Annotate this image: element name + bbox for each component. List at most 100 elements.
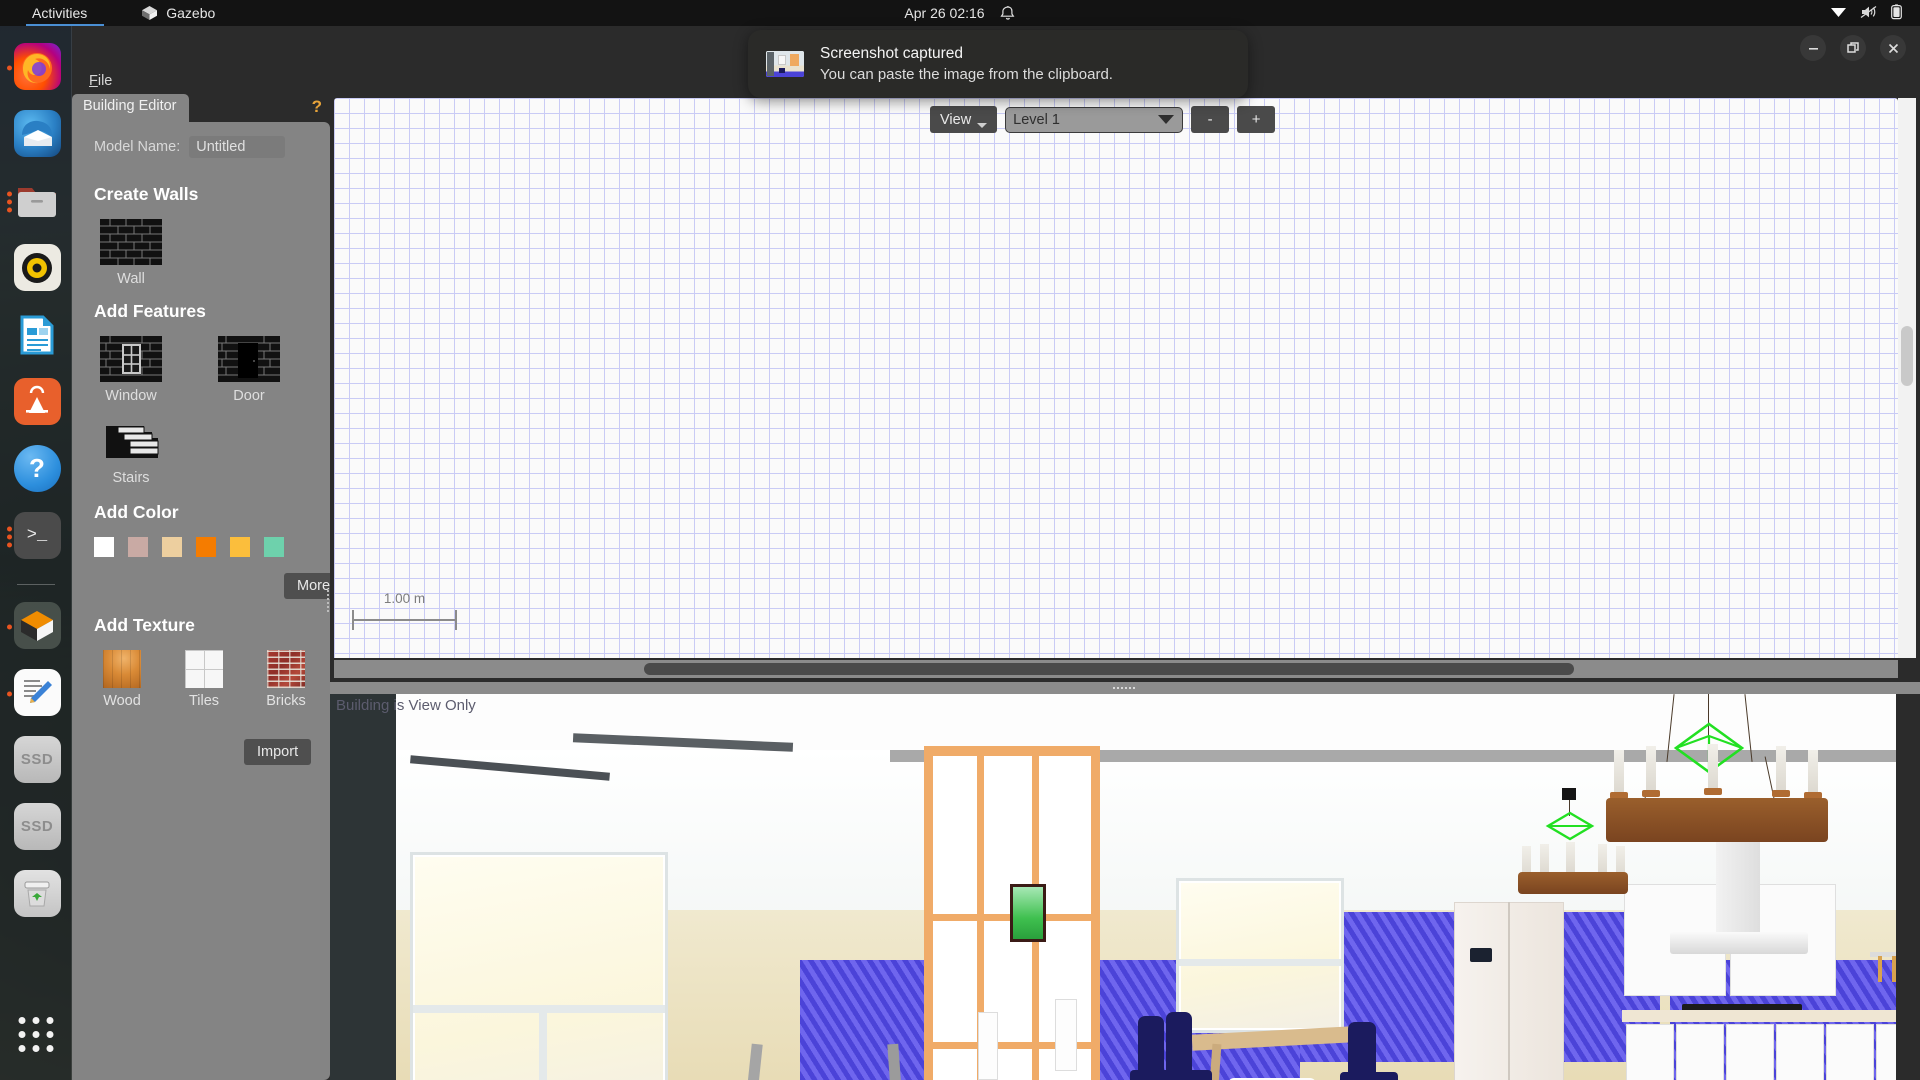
scene-artwork-green: [1010, 884, 1046, 942]
tool-window[interactable]: Window: [94, 336, 168, 404]
dock-item-gazebo[interactable]: [6, 599, 64, 655]
bricks-texture-icon: [267, 650, 305, 688]
texture-bricks[interactable]: Bricks: [258, 650, 314, 709]
dock-item-terminal[interactable]: >_: [6, 509, 64, 565]
bell-icon: [1000, 5, 1016, 21]
running-indicator-gazebo: [6, 624, 12, 630]
maximize-restore-button[interactable]: [1840, 35, 1866, 61]
system-status-area[interactable]: [1830, 3, 1902, 23]
color-swatch-list: [72, 537, 330, 557]
notification-popup[interactable]: Screenshot captured You can paste the im…: [748, 30, 1248, 98]
horizontal-splitter-handle[interactable]: [330, 682, 1920, 694]
model-name-label: Model Name:: [94, 139, 181, 155]
editor-horizontal-scrollbar-thumb[interactable]: [644, 663, 1574, 675]
scene-window-dining: [1176, 878, 1344, 1033]
scene-candle-cup: [1772, 790, 1790, 797]
editor-vertical-scrollbar-thumb[interactable]: [1901, 326, 1913, 386]
section-title-add-features: Add Features: [94, 301, 206, 321]
dock-item-ssd-volume-2[interactable]: SSD: [8, 800, 64, 856]
tab-building-editor[interactable]: Building Editor: [72, 94, 189, 122]
dock-item-files[interactable]: [6, 174, 64, 230]
scene-counter-top: [1622, 1010, 1920, 1022]
volume-muted-icon: [1860, 5, 1878, 22]
scene-chandelier-small-candle: [1566, 842, 1575, 874]
menu-file[interactable]: File: [85, 71, 116, 91]
scene-base-cabinet-1: [1626, 1024, 1674, 1080]
terminal-icon: >_: [13, 512, 61, 559]
close-button[interactable]: [1880, 35, 1906, 61]
model-name-input[interactable]: Untitled: [189, 136, 286, 158]
color-swatch-orange[interactable]: [196, 537, 216, 557]
editor-vertical-scrollbar[interactable]: [1898, 98, 1916, 658]
color-swatch-white[interactable]: [94, 537, 114, 557]
more-colors-button[interactable]: More: [284, 573, 330, 599]
tool-label-door: Door: [233, 388, 265, 404]
color-swatch-tan[interactable]: [162, 537, 182, 557]
brick-wall-icon: [100, 219, 162, 265]
floorplan-grid-canvas[interactable]: 1.00 m: [334, 98, 1898, 658]
create-walls-tools: Wall: [72, 219, 330, 287]
color-swatch-mint[interactable]: [264, 537, 284, 557]
wifi-icon: [1830, 5, 1847, 22]
section-title-add-color: Add Color: [94, 502, 179, 522]
viewport-status-label: Building is View Only: [336, 697, 476, 714]
notification-body: You can paste the image from the clipboa…: [820, 66, 1113, 83]
add-features-tools-row1: Window Door: [72, 336, 330, 404]
zoom-out-button[interactable]: -: [1191, 106, 1230, 133]
import-texture-button[interactable]: Import: [244, 739, 312, 765]
color-swatch-amber[interactable]: [230, 537, 250, 557]
scene-right-dark-edge: [1896, 694, 1920, 1080]
active-app-name: Gazebo: [166, 5, 216, 21]
ubuntu-software-icon: [13, 378, 61, 425]
stairs-icon: [106, 426, 159, 458]
zoom-in-button[interactable]: +: [1237, 106, 1276, 133]
scale-bar-label: 1.00 m: [383, 591, 426, 606]
activities-button[interactable]: Activities: [26, 3, 93, 23]
editor-horizontal-scrollbar[interactable]: [334, 660, 1898, 678]
active-app-indicator[interactable]: Gazebo: [141, 5, 215, 22]
dock-item-text-editor[interactable]: [6, 666, 64, 722]
menu-file-mnemonic: F: [89, 73, 98, 89]
tool-stairs[interactable]: Stairs: [94, 418, 168, 486]
dock-item-firefox[interactable]: [6, 40, 64, 96]
panel-tabstrip: Building Editor ?: [72, 94, 330, 122]
scene-base-cabinet-4: [1776, 1024, 1824, 1080]
tiles-texture-icon: [185, 650, 223, 688]
scene-chandelier-candle: [1614, 750, 1624, 794]
level-select-value: Level 1: [1013, 111, 1060, 128]
notification-title: Screenshot captured: [820, 45, 964, 62]
gnome-topbar: Activities Gazebo Apr 26 02:16: [0, 0, 1920, 26]
level-select[interactable]: Level 1: [1005, 106, 1184, 133]
show-applications-button[interactable]: [18, 1017, 53, 1052]
chevron-down-icon: [1158, 115, 1175, 124]
tool-label-window: Window: [105, 388, 157, 404]
dock-item-ssd-volume-1[interactable]: SSD: [8, 733, 64, 789]
dock-item-trash[interactable]: [8, 867, 64, 923]
more-colors-row: More: [72, 573, 330, 599]
3d-viewport[interactable]: Building is View Only: [330, 694, 1920, 1080]
texture-tiles[interactable]: Tiles: [176, 650, 232, 709]
ssd-drive-icon: SSD: [13, 803, 61, 850]
dock-item-libreoffice-writer[interactable]: [8, 308, 64, 364]
minimize-button[interactable]: [1800, 35, 1826, 61]
color-swatch-dusty-rose[interactable]: [128, 537, 148, 557]
scene-chandelier-candle: [1708, 744, 1718, 792]
dock-item-help[interactable]: ?: [8, 442, 64, 498]
running-indicator-terminal: [6, 526, 12, 548]
texture-label-tiles: Tiles: [188, 693, 220, 709]
dock-item-rhythmbox[interactable]: [8, 241, 64, 297]
chevron-down-icon: [977, 123, 988, 128]
dock-item-ubuntu-software[interactable]: [8, 375, 64, 431]
help-question-icon: ?: [13, 445, 61, 492]
right-column: 1.00 m View Level 1 - + Building is View…: [330, 94, 1920, 1080]
texture-list: Wood Tiles Bricks: [72, 650, 330, 709]
texture-wood[interactable]: Wood: [94, 650, 150, 709]
clock-area[interactable]: Apr 26 02:16: [904, 5, 1015, 21]
scene-base-cabinet-5: [1826, 1024, 1874, 1080]
dock-item-thunderbird[interactable]: [8, 107, 64, 163]
tool-wall[interactable]: Wall: [94, 219, 168, 287]
help-icon[interactable]: ?: [312, 97, 322, 117]
left-panel-column: Building Editor ? Model Name: Untitled C…: [72, 94, 330, 1080]
tool-door[interactable]: Door: [212, 336, 286, 404]
view-menu-button[interactable]: View: [930, 106, 998, 133]
